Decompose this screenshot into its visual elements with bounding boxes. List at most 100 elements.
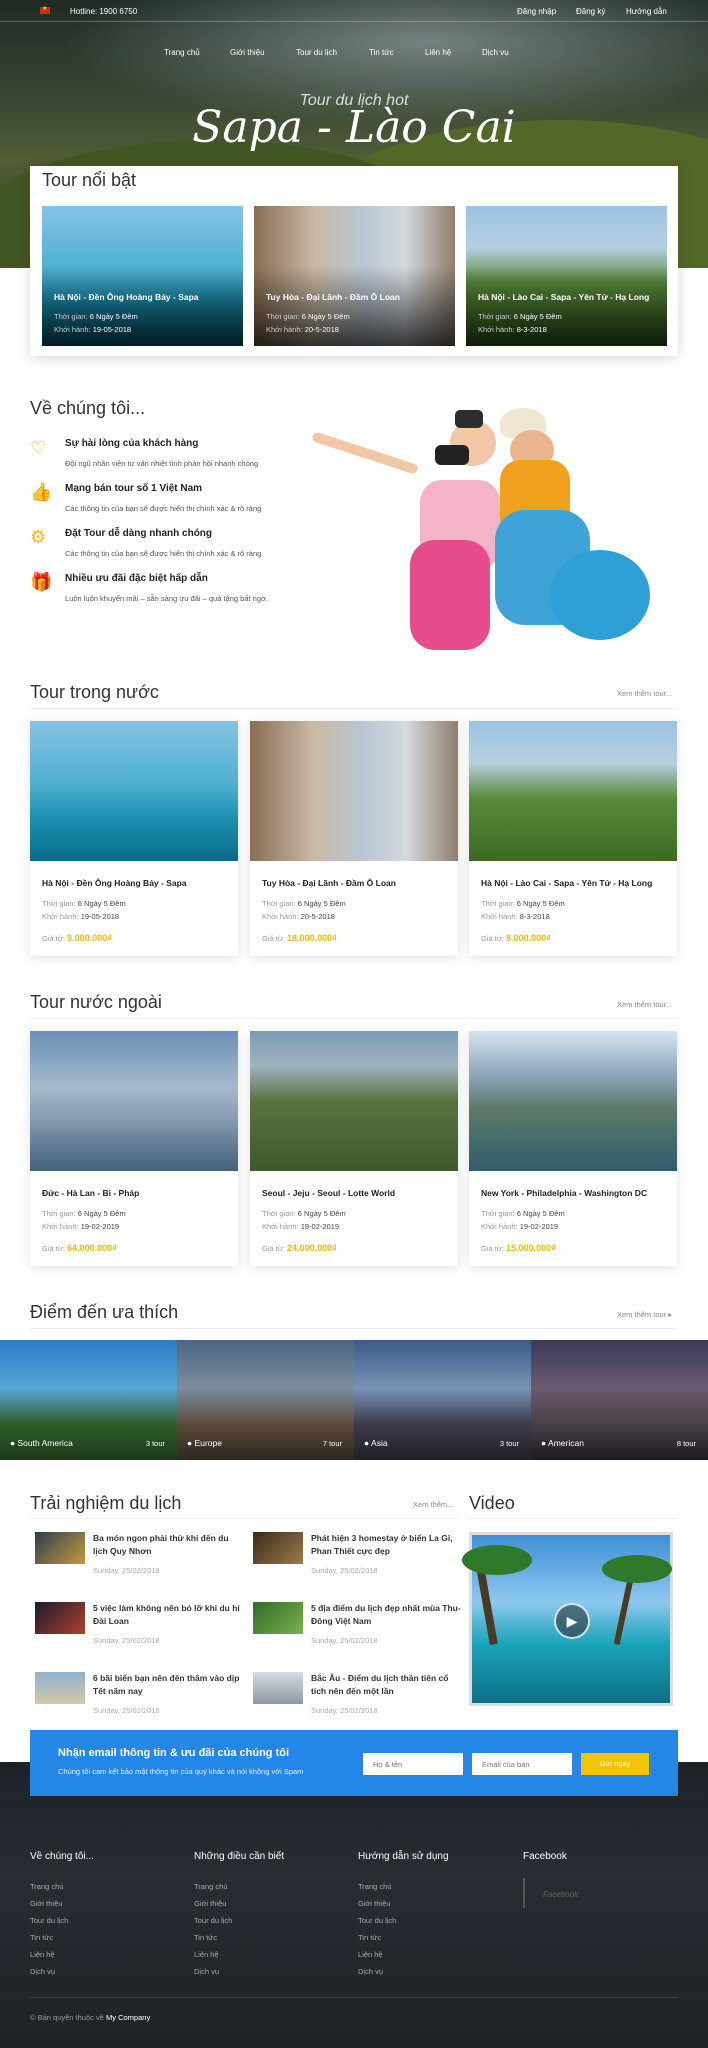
tour-departure: 8-3-2018 <box>516 325 547 334</box>
news-title[interactable]: Bắc Âu - Điểm du lịch thần tiên cổ tích … <box>311 1672 461 1698</box>
destination-europe[interactable]: ● Europe 7 tour <box>177 1340 354 1460</box>
tour-image <box>250 1031 458 1171</box>
news-thumbnail <box>35 1672 85 1704</box>
news-item[interactable]: Ba món ngon phải thử khi đến du lịch Quy… <box>35 1532 235 1582</box>
news-thumbnail <box>253 1602 303 1634</box>
destination-south-america[interactable]: ● South America 3 tour <box>0 1340 177 1460</box>
tour-departure: 20-5-2018 <box>300 912 335 921</box>
footer-link[interactable]: Giới thiệu <box>194 1899 226 1908</box>
news-item[interactable]: Phát hiện 3 homestay ở biển La Gi, Phan … <box>253 1532 453 1582</box>
news-title[interactable]: Phát hiện 3 homestay ở biển La Gi, Phan … <box>311 1532 461 1558</box>
footer-link[interactable]: Giới thiệu <box>358 1899 390 1908</box>
feature-title: Đặt Tour dễ dàng nhanh chóng <box>65 528 213 539</box>
destination-asia[interactable]: ● Asia 3 tour <box>354 1340 531 1460</box>
tour-card[interactable]: New York - Philadelphia - Washington DC … <box>469 1031 677 1266</box>
foreign-title: Tour nước ngoài <box>30 992 162 1012</box>
login-link[interactable]: Đăng nhập <box>517 7 556 16</box>
tour-image <box>30 721 238 861</box>
copyright: © Bản quyền thuộc về My Company <box>30 2013 151 2022</box>
tour-name: Tuy Hòa - Đại Lãnh - Đầm Ô Loan <box>262 878 396 888</box>
newsletter-text: Chúng tôi cam kết bảo mật thông tin của … <box>58 1767 304 1776</box>
tour-name: New York - Philadelphia - Washington DC <box>481 1188 648 1198</box>
footer-link[interactable]: Liên hệ <box>30 1950 55 1959</box>
destinations-more-link[interactable]: Xem thêm tour ▸ <box>617 1310 672 1319</box>
tour-duration: 6 Ngày 5 Đêm <box>297 1209 346 1218</box>
footer-link[interactable]: Trang chủ <box>358 1882 392 1891</box>
nav-about[interactable]: Giới thiệu <box>230 48 265 57</box>
destination-american[interactable]: ● American 8 tour <box>531 1340 708 1460</box>
tour-image <box>469 721 677 861</box>
tour-departure: 19-05-2018 <box>80 912 120 921</box>
footer-link[interactable]: Tour du lịch <box>358 1916 396 1925</box>
footer-link[interactable]: Giới thiệu <box>30 1899 62 1908</box>
news-title[interactable]: Ba món ngon phải thử khi đến du lịch Quy… <box>93 1532 243 1558</box>
vietnam-flag-icon[interactable] <box>40 5 50 14</box>
news-item[interactable]: 5 địa điểm du lịch đẹp nhất mùa Thu-Đông… <box>253 1602 461 1652</box>
footer-col-title: Những điều cần biết <box>194 1851 285 1862</box>
news-title[interactable]: 6 bãi biển bạn nên đến thăm vào dịp Tết … <box>93 1672 243 1698</box>
tour-departure: 20-5-2018 <box>304 325 339 334</box>
news-title[interactable]: 5 việc làm không nên bỏ lỡ khi du hí Đài… <box>93 1602 243 1628</box>
news-item[interactable]: 5 việc làm không nên bỏ lỡ khi du hí Đài… <box>35 1602 240 1652</box>
featured-card[interactable]: Tuy Hòa - Đại Lãnh - Đầm Ô Loan Thời gia… <box>254 206 455 346</box>
footer-link[interactable]: Trang chủ <box>30 1882 64 1891</box>
experience-more-link[interactable]: Xem thêm... <box>413 1500 453 1509</box>
domestic-title: Tour trong nước <box>30 682 159 702</box>
news-title[interactable]: 5 địa điểm du lịch đẹp nhất mùa Thu-Đông… <box>311 1602 461 1628</box>
nav-services[interactable]: Dịch vụ <box>482 48 509 57</box>
tour-name: Hà Nội - Lào Cai - Sapa - Yên Tử - Hạ Lo… <box>481 878 653 888</box>
play-icon[interactable]: ▶ <box>554 1603 590 1639</box>
tour-card[interactable]: Tuy Hòa - Đại Lãnh - Đầm Ô Loan Thời gia… <box>250 721 458 956</box>
foreign-more-link[interactable]: Xem thêm tour... <box>617 1000 672 1009</box>
newsletter-email-input[interactable] <box>472 1753 572 1775</box>
newsletter-submit-button[interactable]: Gửi ngay <box>581 1753 649 1775</box>
company-link[interactable]: My Company <box>106 2013 150 2022</box>
tour-card[interactable]: Hà Nội - Lào Cai - Sapa - Yên Tử - Hạ Lo… <box>469 721 677 956</box>
featured-card[interactable]: Hà Nội - Lào Cai - Sapa - Yên Tử - Hạ Lo… <box>466 206 667 346</box>
nav-contact[interactable]: Liên hệ <box>425 48 451 57</box>
footer-link[interactable]: Liên hệ <box>194 1950 219 1959</box>
featured-tours: Tour nổi bật Hà Nội - Đền Ông Hoàng Bảy … <box>30 166 678 356</box>
footer-link[interactable]: Liên hệ <box>358 1950 383 1959</box>
gift-icon: 🎁 <box>30 572 53 592</box>
register-link[interactable]: Đăng ký <box>576 7 605 16</box>
footer-facebook-title: Facebook <box>523 1851 567 1862</box>
facebook-widget[interactable]: Facebook <box>523 1878 673 1908</box>
top-bar: Hotline: 1900 6750 Đăng nhập Đăng ký Hướ… <box>0 0 708 22</box>
tour-duration: 6 Ngày 5 Đêm <box>513 312 562 321</box>
footer-link[interactable]: Tour du lịch <box>30 1916 68 1925</box>
footer-link[interactable]: Dịch vụ <box>30 1967 55 1976</box>
newsletter-name-input[interactable] <box>363 1753 463 1775</box>
nav-news[interactable]: Tin tức <box>369 48 394 57</box>
footer-link[interactable]: Trang chủ <box>194 1882 228 1891</box>
hotline-text: Hotline: 1900 6750 <box>70 7 138 16</box>
domestic-more-link[interactable]: Xem thêm tour... <box>617 689 672 698</box>
tour-image <box>469 1031 677 1171</box>
news-item[interactable]: Bắc Âu - Điểm du lịch thần tiên cổ tích … <box>253 1672 453 1722</box>
footer-link[interactable]: Dịch vụ <box>194 1967 219 1976</box>
tour-card[interactable]: Đức - Hà Lan - Bỉ - Pháp Thời gian: 6 Ng… <box>30 1031 238 1266</box>
tour-duration: 6 Ngày 5 Đêm <box>77 1209 126 1218</box>
tour-name: Tuy Hòa - Đại Lãnh - Đầm Ô Loan <box>266 292 400 302</box>
footer-link[interactable]: Tin tức <box>30 1933 53 1942</box>
news-date: Sunday, 25/02/2018 <box>311 1706 378 1715</box>
news-thumbnail <box>253 1532 303 1564</box>
tour-departure: 19-02-2019 <box>80 1222 120 1231</box>
video-player[interactable]: ▶ <box>462 1532 673 1706</box>
feature-title: Sự hài lòng của khách hàng <box>65 438 199 449</box>
destination-count: 3 tour <box>145 1439 165 1448</box>
tour-card[interactable]: Hà Nội - Đền Ông Hoàng Bảy - Sapa Thời g… <box>30 721 238 956</box>
nav-tours[interactable]: Tour du lịch <box>296 48 337 57</box>
footer-link[interactable]: Dịch vụ <box>358 1967 383 1976</box>
footer-link[interactable]: Tour du lịch <box>194 1916 232 1925</box>
featured-title: Tour nổi bật <box>42 170 137 190</box>
nav-home[interactable]: Trang chủ <box>164 48 200 57</box>
footer-link[interactable]: Tin tức <box>194 1933 217 1942</box>
tour-name: Seoul - Jeju - Seoul - Lotte World <box>262 1188 396 1198</box>
news-item[interactable]: 6 bãi biển bạn nên đến thăm vào dịp Tết … <box>35 1672 239 1722</box>
featured-card[interactable]: Hà Nội - Đền Ông Hoàng Bảy - Sapa Thời g… <box>42 206 243 346</box>
tour-card[interactable]: Seoul - Jeju - Seoul - Lotte World Thời … <box>250 1031 458 1266</box>
guide-link[interactable]: Hướng dẫn <box>626 7 667 16</box>
tour-name: Hà Nội - Đền Ông Hoàng Bảy - Sapa <box>42 878 187 888</box>
footer-link[interactable]: Tin tức <box>358 1933 381 1942</box>
